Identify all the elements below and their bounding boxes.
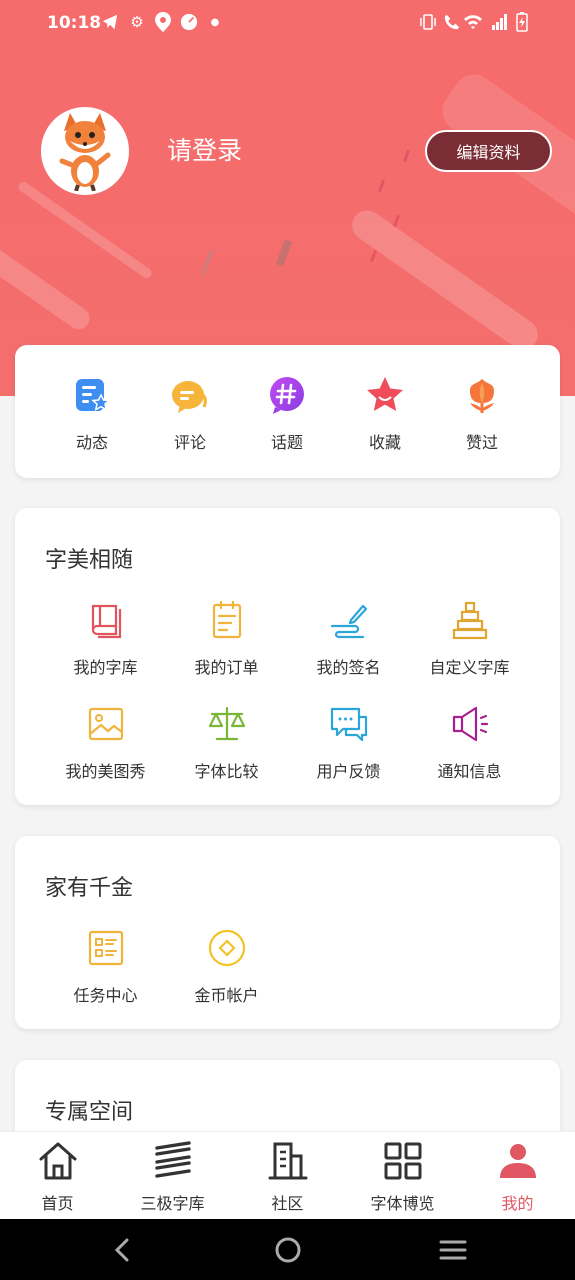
decor-streak bbox=[16, 180, 154, 280]
layers-icon bbox=[154, 1141, 191, 1178]
section-gold: 家有千金 任务中心 金币帐户 bbox=[15, 836, 560, 1029]
nav-tab-mine[interactable]: 我的 bbox=[460, 1140, 575, 1214]
nav-label: 首页 bbox=[41, 1194, 74, 1213]
grid-item-label: 我的字库 bbox=[73, 658, 138, 677]
profile-header: 10:18 ⚙ ● 请登录 编辑资料 bbox=[0, 0, 575, 396]
grid-item-label: 通知信息 bbox=[437, 762, 502, 781]
quick-action-label: 收藏 bbox=[368, 433, 401, 452]
home-button-icon[interactable] bbox=[273, 1237, 303, 1263]
battery-charging-icon bbox=[512, 12, 532, 32]
quick-action-label: 评论 bbox=[173, 433, 206, 452]
nav-tab-font-expo[interactable]: 字体博览 bbox=[345, 1140, 460, 1214]
decor-confetti bbox=[393, 214, 400, 228]
back-icon[interactable] bbox=[107, 1237, 137, 1263]
speedometer-icon bbox=[179, 12, 199, 32]
quick-action-label: 动态 bbox=[75, 433, 108, 452]
vibrate-icon bbox=[418, 12, 438, 32]
wifi-icon bbox=[463, 12, 483, 32]
dot-icon: ● bbox=[210, 16, 220, 28]
nav-label: 我的 bbox=[501, 1194, 534, 1213]
building-icon bbox=[268, 1142, 307, 1180]
coin-icon bbox=[208, 929, 245, 967]
scale-icon bbox=[208, 706, 245, 741]
decor-confetti bbox=[403, 149, 410, 163]
star-icon bbox=[367, 377, 403, 411]
nav-tab-home[interactable]: 首页 bbox=[0, 1140, 115, 1214]
nav-tab-font-library[interactable]: 三极字库 bbox=[115, 1140, 230, 1214]
grid-item-custom-fonts[interactable]: 自定义字库 bbox=[407, 600, 532, 678]
status-bar: 10:18 ⚙ ● bbox=[0, 0, 575, 48]
book-icon bbox=[91, 604, 121, 639]
order-icon bbox=[212, 600, 241, 639]
avatar[interactable] bbox=[41, 107, 129, 195]
gear-icon: ⚙ bbox=[130, 13, 144, 31]
quick-action-topic[interactable]: 话题 bbox=[247, 375, 327, 453]
quick-action-comment[interactable]: 评论 bbox=[150, 375, 230, 453]
quick-action-favorites[interactable]: 收藏 bbox=[345, 375, 425, 453]
grid-item-coin-account[interactable]: 金币帐户 bbox=[164, 928, 289, 1006]
section-title: 专属空间 bbox=[45, 1100, 134, 1125]
decor-streak bbox=[346, 204, 544, 356]
task-list-icon bbox=[88, 930, 123, 966]
telegram-icon bbox=[100, 12, 120, 32]
bottom-navigation: 首页 三极字库 社区 字体博览 我的 bbox=[0, 1131, 575, 1219]
grid-item-label: 自定义字库 bbox=[429, 658, 510, 677]
status-time: 10:18 bbox=[47, 13, 102, 33]
signature-icon bbox=[330, 604, 367, 639]
location-icon bbox=[153, 12, 173, 32]
grid-item-my-signature[interactable]: 我的签名 bbox=[286, 600, 411, 678]
quick-action-feed[interactable]: 动态 bbox=[52, 375, 132, 453]
fox-mascot-icon bbox=[59, 113, 111, 191]
grid-item-label: 用户反馈 bbox=[316, 762, 381, 781]
grid-item-label: 字体比较 bbox=[194, 762, 259, 781]
grid-item-label: 我的订单 bbox=[194, 658, 259, 677]
recent-apps-icon[interactable] bbox=[438, 1237, 468, 1263]
pyramid-icon bbox=[452, 601, 487, 640]
quick-action-label: 话题 bbox=[270, 433, 303, 452]
grid-item-my-orders[interactable]: 我的订单 bbox=[164, 600, 289, 678]
grid-item-label: 我的美图秀 bbox=[65, 762, 146, 781]
section-font-beauty: 字美相随 我的字库 我的订单 我的签名 自定义字库 我的美图秀 字体比较 用户反… bbox=[15, 508, 560, 805]
grid-icon bbox=[384, 1142, 421, 1180]
home-icon bbox=[39, 1142, 76, 1180]
wifi-call-icon bbox=[442, 12, 462, 32]
user-icon bbox=[499, 1144, 536, 1178]
grid-item-task-center[interactable]: 任务中心 bbox=[43, 928, 168, 1006]
login-prompt[interactable]: 请登录 bbox=[167, 131, 242, 167]
quick-action-liked[interactable]: 赞过 bbox=[442, 375, 522, 453]
tulip-icon bbox=[470, 379, 494, 413]
chat-bubble-icon bbox=[330, 707, 367, 742]
edit-profile-button[interactable]: 编辑资料 bbox=[425, 130, 552, 172]
decor-confetti bbox=[200, 250, 214, 276]
decor-confetti bbox=[275, 239, 293, 267]
grid-item-my-fonts[interactable]: 我的字库 bbox=[43, 600, 168, 678]
section-title: 家有千金 bbox=[45, 876, 134, 901]
quick-action-label: 赞过 bbox=[465, 433, 498, 452]
decor-confetti bbox=[378, 179, 385, 193]
image-icon bbox=[88, 707, 123, 741]
grid-item-label: 我的签名 bbox=[316, 658, 381, 677]
grid-item-my-images[interactable]: 我的美图秀 bbox=[43, 704, 168, 782]
nav-label: 三极字库 bbox=[140, 1194, 205, 1213]
feed-icon bbox=[76, 379, 111, 411]
grid-item-label: 金币帐户 bbox=[194, 986, 259, 1005]
signal-icon bbox=[490, 12, 510, 32]
megaphone-icon bbox=[452, 706, 488, 742]
nav-label: 社区 bbox=[271, 1194, 304, 1213]
nav-label: 字体博览 bbox=[370, 1194, 435, 1213]
topic-icon bbox=[270, 377, 304, 414]
grid-item-feedback[interactable]: 用户反馈 bbox=[286, 704, 411, 782]
comment-icon bbox=[172, 381, 207, 413]
decor-confetti bbox=[370, 249, 377, 263]
section-title: 字美相随 bbox=[45, 548, 134, 573]
grid-item-font-compare[interactable]: 字体比较 bbox=[164, 704, 289, 782]
quick-actions-card: 动态 评论 话题 收藏 赞过 bbox=[15, 345, 560, 478]
nav-tab-community[interactable]: 社区 bbox=[230, 1140, 345, 1214]
system-navigation-bar bbox=[0, 1219, 575, 1280]
grid-item-notifications[interactable]: 通知信息 bbox=[407, 704, 532, 782]
grid-item-label: 任务中心 bbox=[73, 986, 138, 1005]
